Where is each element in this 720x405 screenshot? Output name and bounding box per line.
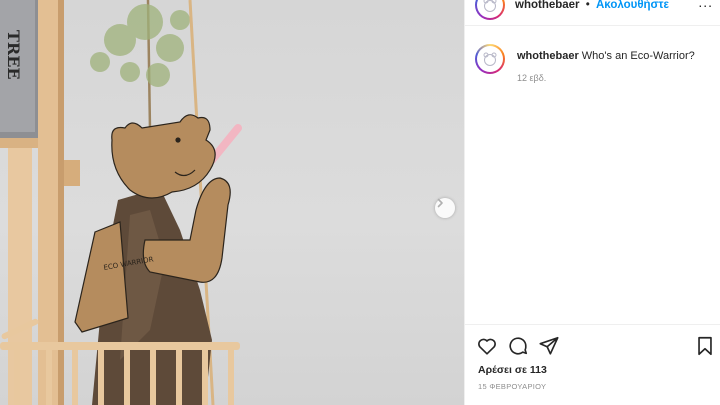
next-photo-button[interactable] — [435, 198, 455, 218]
paper-plane-icon[interactable] — [538, 335, 560, 357]
header-separator: • — [585, 0, 590, 11]
avatar[interactable] — [475, 0, 505, 20]
caption-username[interactable]: whothebaer — [517, 50, 579, 62]
caption-body: Who's an Eco-Warrior? — [581, 50, 695, 62]
heart-icon[interactable] — [476, 335, 498, 357]
comment-icon[interactable] — [507, 335, 529, 357]
caption-text: whothebaer Who's an Eco-Warrior? — [517, 49, 717, 63]
more-options-button[interactable]: ... — [698, 0, 713, 10]
header-username[interactable]: whothebaer — [515, 0, 580, 11]
caption-timestamp[interactable]: 12 εβδ. — [517, 73, 546, 83]
plant-leaves — [90, 4, 190, 87]
post-date[interactable]: 15 ΦΕΒΡΟΥΑΡΙΟΥ — [478, 382, 546, 391]
bookmark-icon[interactable] — [694, 335, 716, 357]
follow-button[interactable]: Ακολουθήστε — [596, 0, 669, 11]
post-header: whothebaer • Ακολουθήστε ... — [465, 0, 720, 26]
post-actions: Αρέσει σε 113 15 ΦΕΒΡΟΥΑΡΙΟΥ — [465, 324, 720, 405]
post-details-panel: whothebaer • Ακολουθήστε ... whothebaer … — [464, 0, 720, 405]
header-text: whothebaer • Ακολουθήστε — [515, 0, 669, 11]
post-photo[interactable]: TREE ECO WARRIOR — [0, 0, 464, 405]
chevron-right-icon — [437, 198, 443, 208]
sign-text: TREE — [4, 30, 23, 80]
photo-illustration: TREE ECO WARRIOR — [0, 0, 242, 405]
bear-logo-icon — [483, 0, 497, 12]
avatar[interactable] — [475, 44, 505, 74]
bear-logo-icon — [483, 52, 497, 66]
likes-count[interactable]: Αρέσει σε 113 — [478, 364, 547, 376]
